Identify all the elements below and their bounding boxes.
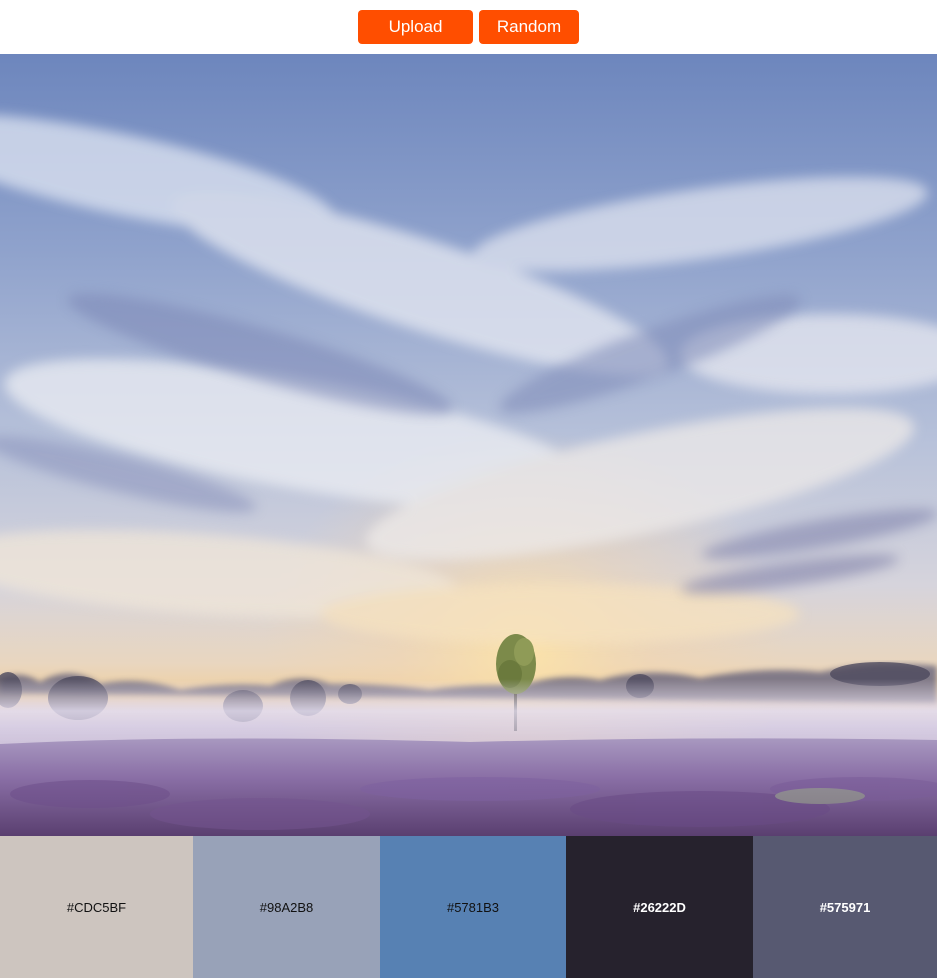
color-palette: #CDC5BF #98A2B8 #5781B3 #26222D #575971 (0, 836, 937, 978)
swatch-hex-label: #CDC5BF (66, 899, 127, 915)
swatch-hex-label: #26222D (633, 899, 686, 915)
toolbar: Upload Random (0, 0, 937, 54)
color-swatch[interactable]: #26222D (566, 836, 753, 978)
color-swatch[interactable]: #CDC5BF (0, 836, 193, 978)
landscape-photo (0, 54, 937, 836)
color-swatch[interactable]: #5781B3 (380, 836, 566, 978)
swatch-hex-label: #98A2B8 (259, 899, 314, 915)
color-swatch[interactable]: #575971 (753, 836, 937, 978)
upload-button[interactable]: Upload (358, 10, 473, 44)
swatch-hex-label: #5781B3 (446, 899, 500, 915)
color-swatch[interactable]: #98A2B8 (193, 836, 380, 978)
swatch-hex-label: #575971 (819, 899, 871, 915)
random-button[interactable]: Random (479, 10, 579, 44)
